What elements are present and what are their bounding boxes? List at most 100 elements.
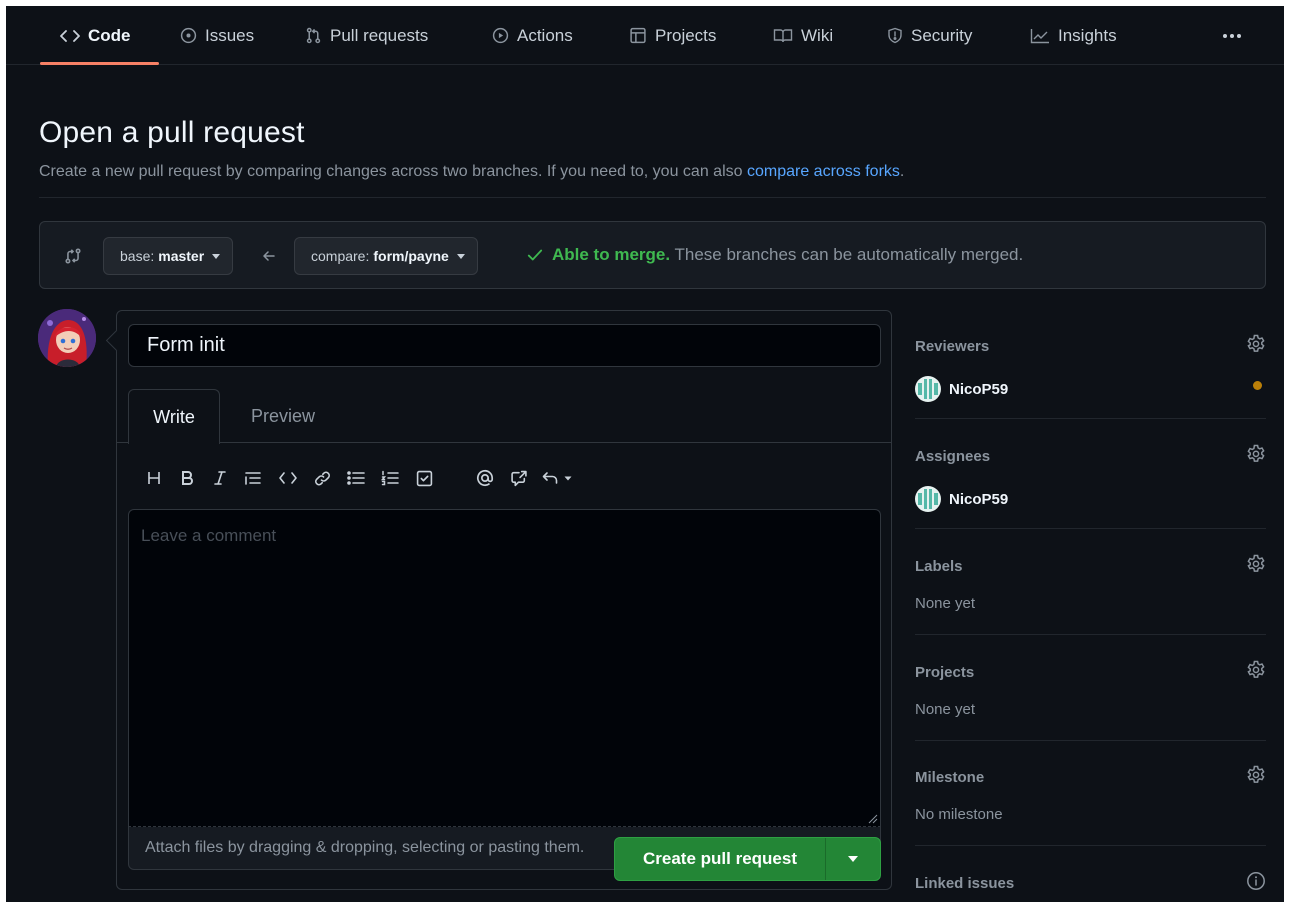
- selected-tab-indicator: [40, 62, 159, 65]
- divider: [915, 740, 1266, 741]
- compare-branch-name: form/payne: [373, 248, 449, 264]
- table-icon: [629, 27, 647, 44]
- italic-icon[interactable]: [207, 459, 233, 497]
- reviewers-section: Reviewers NicoP59: [915, 316, 1266, 419]
- resize-handle-icon[interactable]: [868, 814, 878, 824]
- base-branch-select[interactable]: base: master: [103, 237, 234, 275]
- base-prefix: base:: [120, 248, 155, 264]
- ordered-list-icon[interactable]: [377, 459, 403, 497]
- tab-issues[interactable]: Issues: [180, 6, 254, 65]
- milestone-value: No milestone: [915, 806, 1003, 823]
- arrow-left-icon: [261, 248, 277, 264]
- reply-icon[interactable]: [539, 459, 579, 497]
- app-window: Code Issues Pull requests Actions Projec…: [6, 6, 1284, 902]
- user-avatar-icon: [915, 376, 941, 402]
- milestone-heading: Milestone: [915, 769, 985, 786]
- unordered-list-icon[interactable]: [343, 459, 369, 497]
- gear-icon[interactable]: [1246, 660, 1266, 680]
- issue-icon: [180, 27, 197, 44]
- pr-title-input[interactable]: [128, 324, 881, 367]
- tab-security[interactable]: Security: [887, 6, 972, 65]
- labels-value: None yet: [915, 595, 976, 612]
- tab-write[interactable]: Write: [128, 389, 220, 444]
- labels-heading: Labels: [915, 558, 963, 575]
- tasklist-icon[interactable]: [411, 459, 437, 497]
- kebab-horizontal-icon[interactable]: [1220, 24, 1244, 48]
- assignee-name: NicoP59: [949, 490, 1009, 508]
- git-compare-icon: [64, 247, 82, 265]
- divider: [915, 528, 1266, 529]
- quote-icon[interactable]: [240, 459, 266, 497]
- user-avatar-icon: [915, 486, 941, 512]
- divider: [915, 418, 1266, 419]
- tab-preview[interactable]: Preview: [235, 389, 331, 443]
- avatar[interactable]: [38, 309, 96, 367]
- tab-label: Security: [911, 25, 973, 45]
- page-title: Open a pull request: [39, 116, 305, 149]
- mention-icon[interactable]: [472, 459, 498, 497]
- description-end: .: [899, 163, 905, 180]
- comment-textarea[interactable]: Leave a comment: [128, 509, 881, 827]
- divider: [39, 197, 1266, 198]
- compare-prefix: compare:: [311, 248, 370, 264]
- repo-nav: Code Issues Pull requests Actions Projec…: [6, 6, 1284, 65]
- linked-issues-section: Linked issues: [915, 853, 1266, 902]
- triangle-down-icon: [848, 856, 858, 862]
- tab-label: Pull requests: [330, 25, 429, 45]
- create-options-dropdown[interactable]: [826, 838, 880, 880]
- play-icon: [492, 27, 509, 44]
- bold-icon[interactable]: [174, 459, 200, 497]
- projects-value: None yet: [915, 701, 976, 718]
- tab-label: Code: [88, 25, 131, 45]
- merge-status-strong: Able to merge.: [552, 245, 671, 264]
- caret-down-icon: [456, 253, 465, 259]
- merge-status-detail: These branches can be automatically merg…: [670, 245, 1024, 264]
- caret-down-icon: [212, 253, 221, 259]
- projects-heading: Projects: [915, 664, 975, 681]
- book-icon: [773, 28, 793, 44]
- code-icon: [60, 28, 80, 44]
- gear-icon[interactable]: [1246, 444, 1266, 464]
- assignee-user[interactable]: NicoP59: [915, 486, 1008, 512]
- merge-status: Able to merge. These branches can be aut…: [526, 245, 1023, 265]
- cross-reference-icon[interactable]: [506, 459, 532, 497]
- create-pull-request-label: Create pull request: [643, 849, 797, 868]
- tab-actions[interactable]: Actions: [492, 6, 573, 65]
- compare-across-forks-link[interactable]: compare across forks: [747, 163, 900, 180]
- reviewers-heading: Reviewers: [915, 338, 990, 355]
- assignees-section: Assignees NicoP59: [915, 426, 1266, 529]
- labels-section: Labels None yet: [915, 536, 1266, 635]
- tab-label: Issues: [205, 25, 255, 45]
- tab-label: Wiki: [801, 25, 834, 45]
- heading-icon[interactable]: [141, 459, 167, 497]
- tab-wiki[interactable]: Wiki: [773, 6, 833, 65]
- divider: [915, 634, 1266, 635]
- comment-placeholder: Leave a comment: [141, 526, 277, 545]
- milestone-section: Milestone No milestone: [915, 747, 1266, 846]
- merge-status-text: Able to merge. These branches can be aut…: [552, 245, 1023, 265]
- gear-icon[interactable]: [1246, 765, 1266, 785]
- shield-icon: [887, 27, 903, 44]
- base-branch-name: master: [158, 248, 205, 264]
- git-pull-request-icon: [305, 27, 322, 44]
- projects-section: Projects None yet: [915, 642, 1266, 741]
- linked-issues-heading: Linked issues: [915, 875, 1015, 892]
- description-text: Create a new pull request by comparing c…: [39, 163, 747, 180]
- gear-icon[interactable]: [1246, 334, 1266, 354]
- reviewer-name: NicoP59: [949, 380, 1009, 398]
- info-icon[interactable]: [1246, 871, 1266, 891]
- reviewer-user[interactable]: NicoP59: [915, 376, 1008, 402]
- tab-insights[interactable]: Insights: [1030, 6, 1117, 65]
- tab-projects[interactable]: Projects: [629, 6, 716, 65]
- compare-branch-select[interactable]: compare: form/payne: [294, 237, 478, 275]
- tab-label: Insights: [1058, 25, 1117, 45]
- write-preview-tabs: Write Preview: [117, 389, 891, 444]
- tab-pull-requests[interactable]: Pull requests: [305, 6, 428, 65]
- create-pull-request-button[interactable]: Create pull request: [614, 837, 881, 881]
- link-icon[interactable]: [309, 459, 335, 497]
- tab-code[interactable]: Code: [60, 6, 131, 65]
- gear-icon[interactable]: [1246, 554, 1266, 574]
- tab-label: Projects: [655, 25, 717, 45]
- code-icon[interactable]: [275, 459, 301, 497]
- tabs-divider: [117, 442, 891, 443]
